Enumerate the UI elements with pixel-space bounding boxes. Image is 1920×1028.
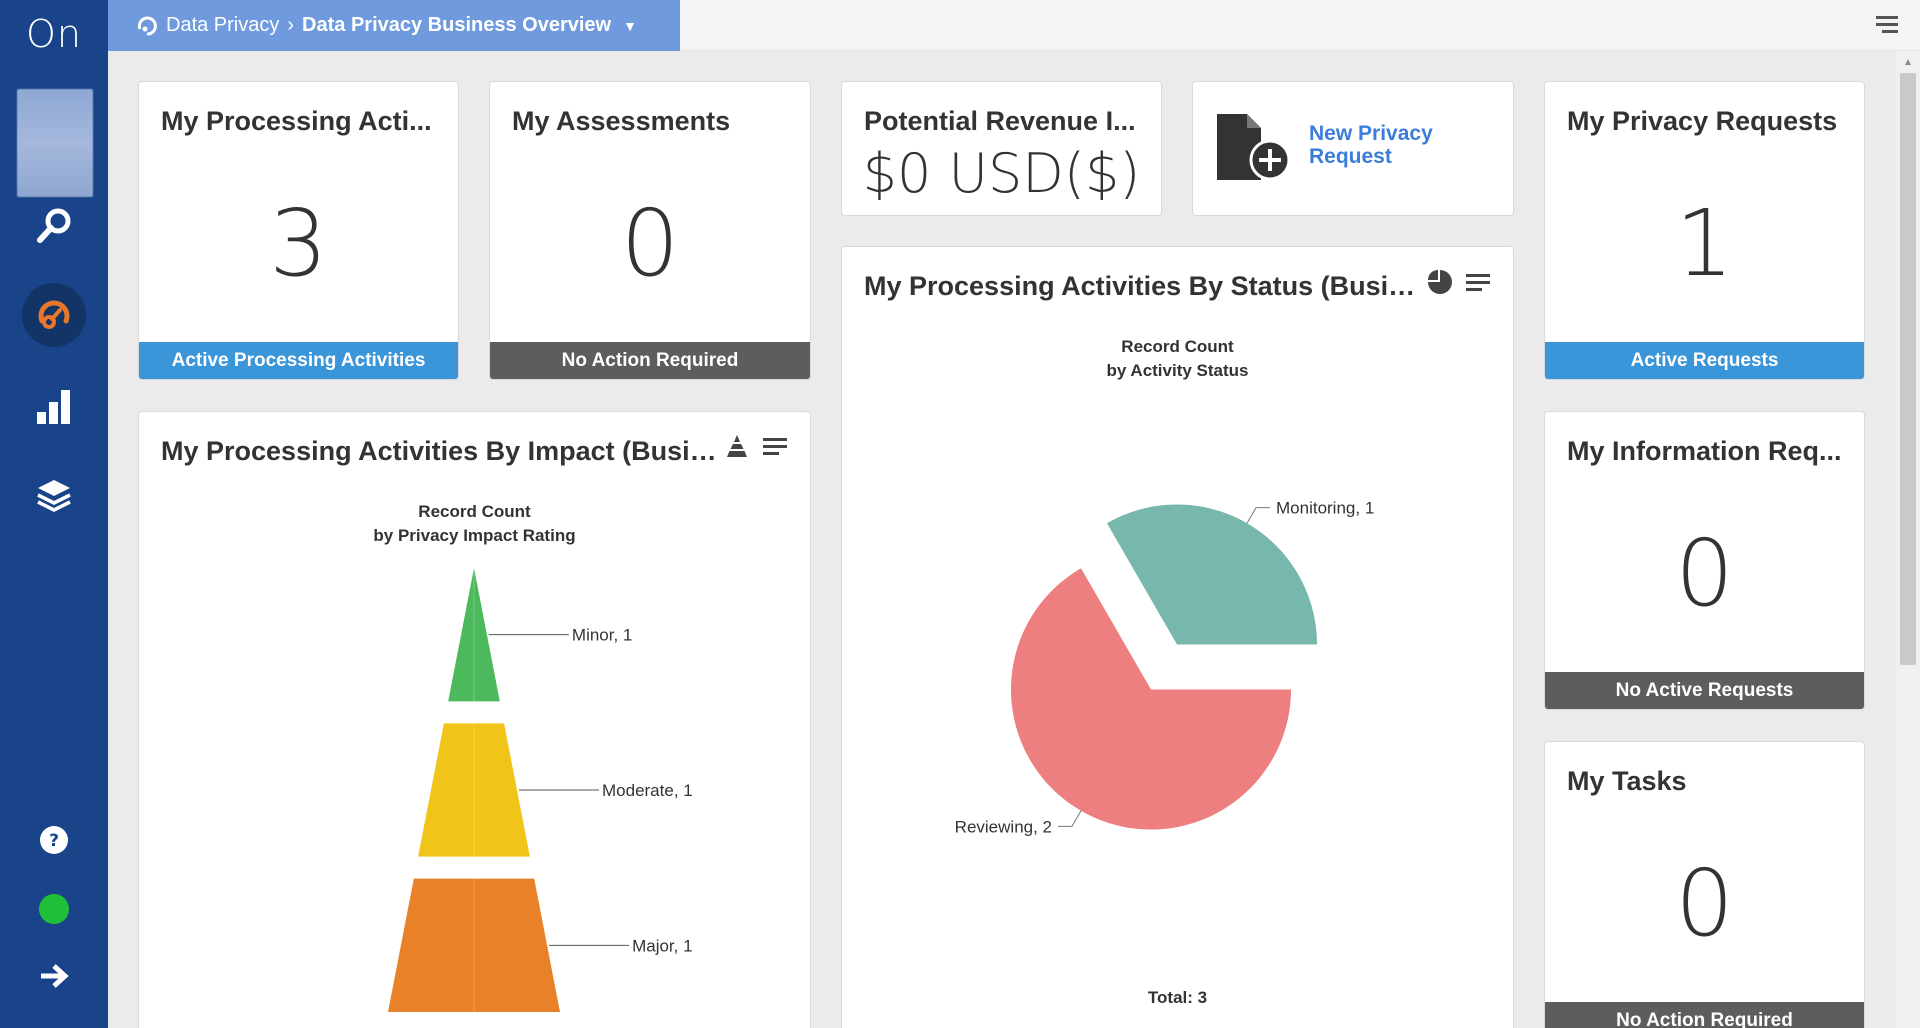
card-value: 0 bbox=[1675, 520, 1734, 627]
card-footer[interactable]: No Action Required bbox=[1545, 1002, 1864, 1028]
new-privacy-request-card[interactable]: New Privacy Request bbox=[1192, 81, 1514, 216]
dashboard-gauge-icon[interactable] bbox=[0, 283, 108, 347]
card-title: My Processing Acti... bbox=[161, 106, 432, 136]
scrollbar[interactable]: ▲ bbox=[1896, 51, 1920, 1028]
chart-total: Total: 3 bbox=[1147, 988, 1208, 1007]
status-chart-card[interactable]: My Processing Activities By Status (Busi… bbox=[841, 246, 1514, 1028]
svg-text:?: ? bbox=[49, 831, 59, 851]
card-value: 0 bbox=[620, 190, 680, 297]
card-title: My Assessments bbox=[512, 106, 731, 136]
card-title: My Information Req... bbox=[1567, 436, 1842, 466]
pie-chart: Reviewing, 2 Monitoring, 1 bbox=[955, 499, 1375, 837]
breadcrumb: Data Privacy › Data Privacy Business Ove… bbox=[108, 0, 680, 51]
pyramid-chart: Minor, 1 Moderate, 1 Major, 1 bbox=[388, 568, 693, 1012]
top-bar: Data Privacy › Data Privacy Business Ove… bbox=[108, 0, 1920, 51]
card-footer[interactable]: Active Processing Activities bbox=[139, 342, 458, 379]
new-privacy-request-link[interactable]: New Privacy Request bbox=[1309, 122, 1469, 168]
pie-slice-monitoring[interactable] bbox=[1107, 504, 1317, 645]
information-requests-card[interactable]: My Information Req... 0 No Active Reques… bbox=[1544, 411, 1865, 710]
card-title: My Tasks bbox=[1567, 766, 1687, 796]
card-title: My Privacy Requests bbox=[1567, 106, 1838, 136]
bar-chart-icon[interactable] bbox=[0, 384, 108, 428]
app-logo: On bbox=[26, 12, 82, 56]
status-indicator[interactable] bbox=[0, 892, 108, 926]
chevron-down-icon[interactable]: ▼ bbox=[623, 18, 637, 34]
breadcrumb-current[interactable]: Data Privacy Business Overview bbox=[302, 14, 611, 37]
pie-data-label: Monitoring, 1 bbox=[1276, 499, 1374, 518]
sidebar: On ? bbox=[0, 0, 108, 1028]
tasks-card[interactable]: My Tasks 0 No Action Required bbox=[1544, 741, 1865, 1028]
new-document-icon bbox=[1215, 112, 1293, 189]
processing-activities-card[interactable]: My Processing Acti... 3 Active Processin… bbox=[138, 81, 459, 380]
pie-label-connector bbox=[1058, 810, 1082, 827]
revenue-value: $0 USD($) bbox=[862, 142, 1141, 205]
pyramid-data-label: Minor, 1 bbox=[572, 626, 632, 645]
pyramid-data-label: Moderate, 1 bbox=[602, 781, 693, 800]
logout-arrow-icon[interactable] bbox=[0, 958, 108, 994]
pie-data-label: Reviewing, 2 bbox=[955, 817, 1052, 836]
card-value: 1 bbox=[1675, 190, 1734, 297]
pie-label-connector bbox=[1246, 507, 1270, 524]
card-value: 0 bbox=[1675, 850, 1734, 957]
avatar[interactable] bbox=[17, 89, 93, 197]
privacy-requests-card[interactable]: My Privacy Requests 1 Active Requests bbox=[1544, 81, 1865, 380]
card-value: 3 bbox=[269, 190, 328, 297]
card-footer[interactable]: No Active Requests bbox=[1545, 672, 1864, 709]
card-footer[interactable]: Active Requests bbox=[1545, 342, 1864, 379]
refresh-icon[interactable] bbox=[136, 15, 158, 37]
assessments-card[interactable]: My Assessments 0 No Action Required bbox=[489, 81, 811, 380]
potential-revenue-card[interactable]: Potential Revenue I... $0 USD($) bbox=[841, 81, 1162, 216]
breadcrumb-parent[interactable]: Data Privacy bbox=[166, 14, 279, 37]
breadcrumb-separator-icon: › bbox=[287, 14, 295, 36]
search-icon[interactable] bbox=[0, 204, 108, 248]
help-icon[interactable]: ? bbox=[0, 822, 108, 858]
impact-chart-card[interactable]: My Processing Activities By Impact (Busi… bbox=[138, 411, 811, 1028]
menu-icon[interactable] bbox=[1874, 14, 1900, 41]
status-dot bbox=[39, 894, 69, 924]
scroll-up-icon[interactable]: ▲ bbox=[1896, 57, 1920, 68]
pyramid-data-label: Major, 1 bbox=[632, 936, 692, 955]
card-footer[interactable]: No Action Required bbox=[490, 342, 810, 379]
layers-icon[interactable] bbox=[0, 474, 108, 518]
card-title: Potential Revenue I... bbox=[864, 106, 1136, 136]
scroll-thumb[interactable] bbox=[1900, 73, 1916, 665]
